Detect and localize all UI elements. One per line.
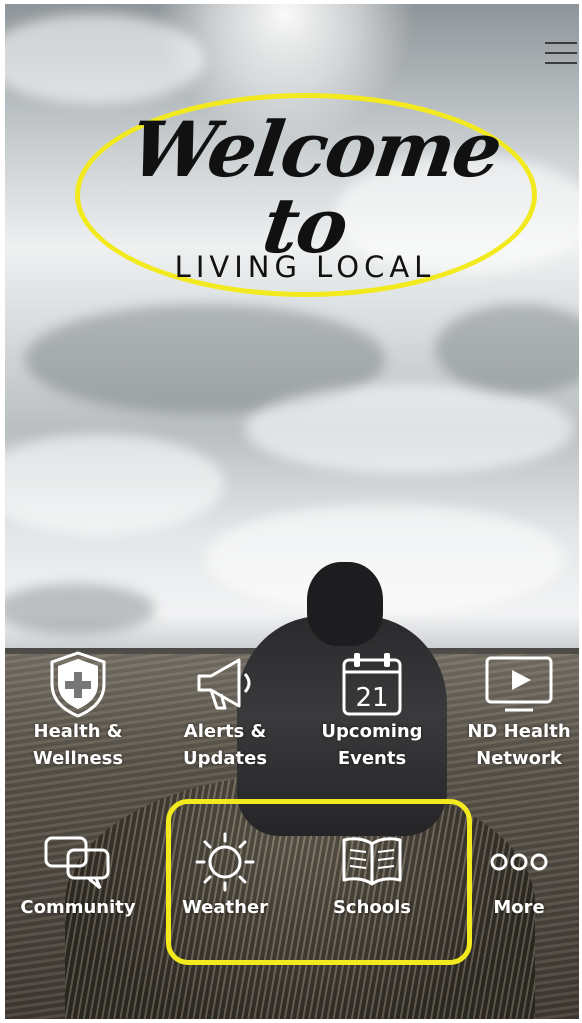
tile-upcoming-events[interactable]: 21 Upcoming Events	[302, 650, 442, 772]
chat-bubbles-icon	[44, 836, 110, 890]
cloud	[205, 504, 565, 614]
cloud	[435, 304, 579, 394]
cloud	[5, 584, 155, 634]
megaphone-icon	[197, 658, 251, 710]
cloud	[5, 434, 225, 534]
tile-health-wellness[interactable]: Health & Wellness	[8, 650, 148, 772]
tv-play-icon	[485, 656, 553, 712]
weather-schools-highlight	[166, 799, 472, 965]
tile-label: Events	[337, 748, 407, 769]
tile-label: Wellness	[32, 748, 124, 769]
tile-alerts-updates[interactable]: Alerts & Updates	[155, 650, 295, 772]
tile-label: Upcoming	[321, 721, 423, 742]
tile-label: Alerts &	[183, 721, 267, 742]
tile-community[interactable]: Community	[8, 830, 148, 921]
calendar-icon: 21	[342, 653, 402, 716]
hamburger-icon[interactable]	[545, 42, 577, 66]
tile-nd-health-network[interactable]: ND Health Network	[449, 650, 582, 772]
tile-label: Updates	[182, 748, 268, 769]
more-dots-icon	[490, 853, 548, 871]
calendar-date: 21	[355, 683, 388, 713]
tile-label: ND Health	[467, 721, 571, 742]
cloud	[245, 384, 575, 474]
shield-plus-icon	[50, 651, 106, 718]
welcome-title: Welcome to	[125, 105, 506, 270]
tile-label: Network	[476, 748, 562, 769]
cloud	[5, 14, 205, 104]
tile-label: Community	[20, 897, 136, 918]
tile-label: Health &	[33, 721, 123, 742]
welcome-subtitle: LIVING LOCAL	[174, 250, 436, 284]
person-head	[307, 562, 383, 646]
